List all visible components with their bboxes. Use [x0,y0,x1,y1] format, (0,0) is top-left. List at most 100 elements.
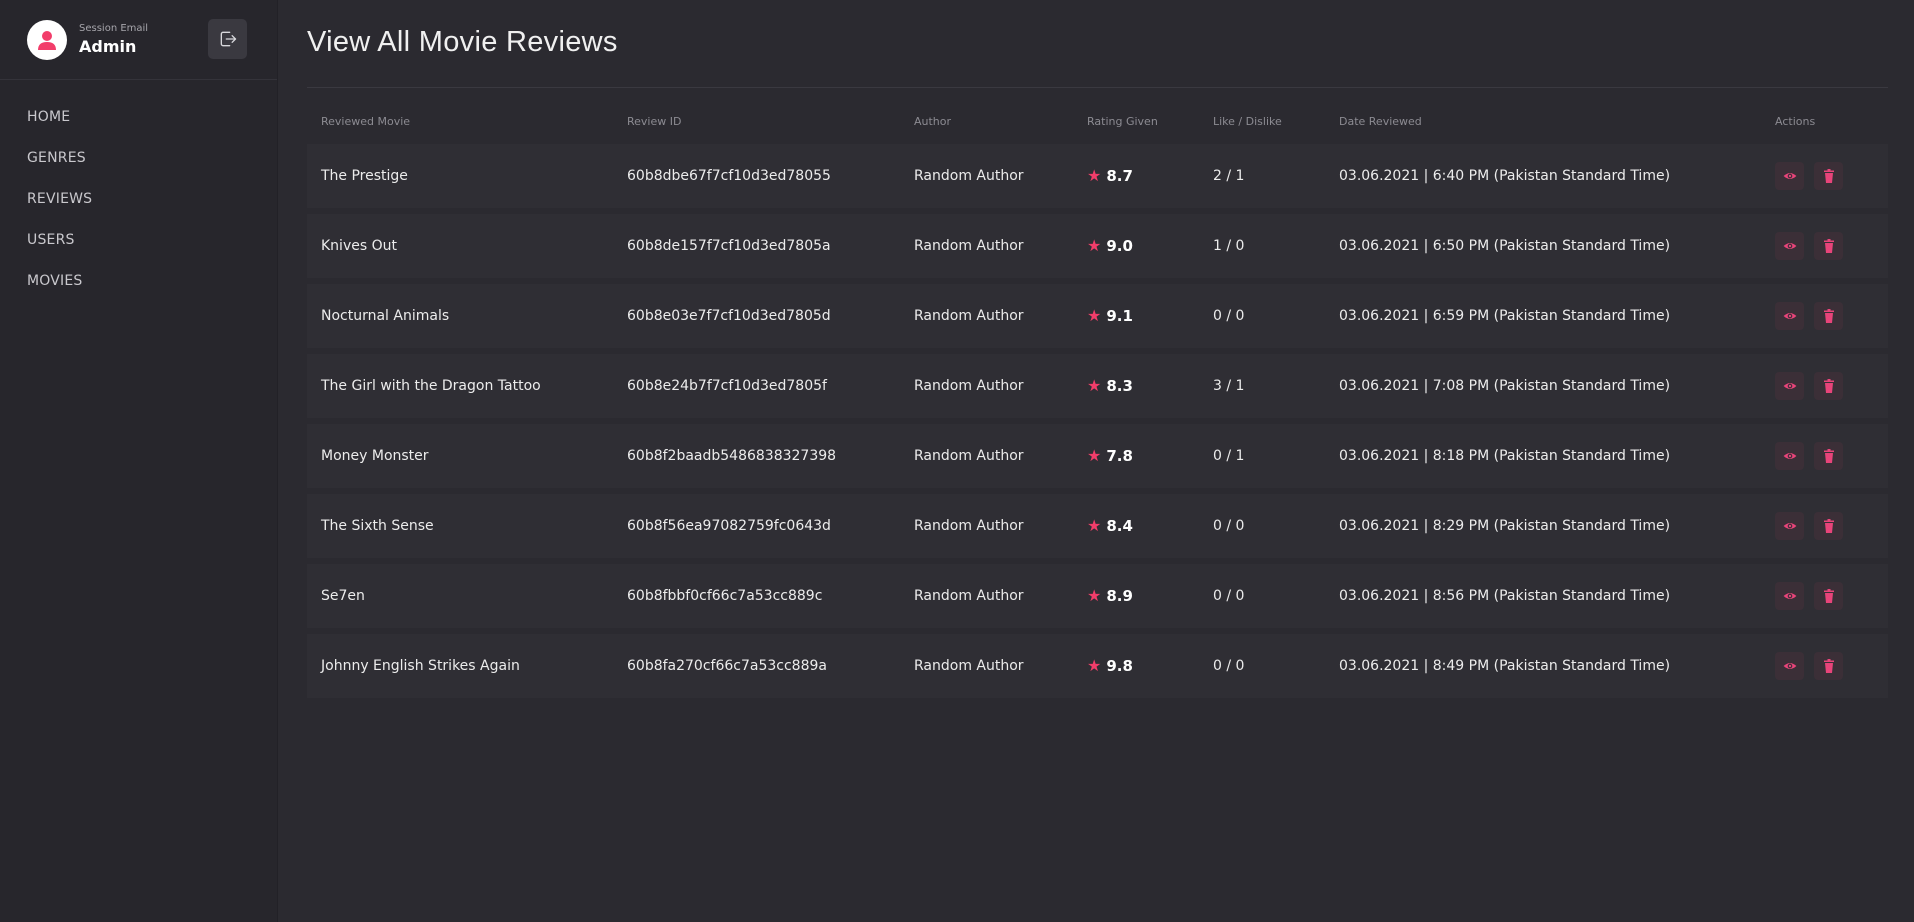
view-button[interactable] [1775,512,1804,540]
delete-button[interactable] [1814,442,1843,470]
cell-review-id: 60b8fbbf0cf66c7a53cc889c [627,588,823,604]
logout-icon [220,31,236,47]
rating-value: 9.1 [1106,307,1133,325]
sidebar-nav: HOME GENRES REVIEWS USERS MOVIES [0,80,277,302]
star-icon: ★ [1087,446,1102,465]
view-button[interactable] [1775,582,1804,610]
cell-like-dislike: 1 / 0 [1213,238,1245,254]
trash-icon [1823,309,1834,323]
trash-icon [1823,449,1834,463]
nav-item-reviews[interactable]: REVIEWS [0,179,277,220]
cell-like-dislike: 0 / 0 [1213,588,1245,604]
header-review-id: Review ID [627,114,682,128]
cell-movie: Johnny English Strikes Again [321,658,520,674]
cell-movie: Nocturnal Animals [321,308,450,324]
main-content: View All Movie Reviews Reviewed Movie Re… [278,0,1914,922]
cell-like-dislike: 2 / 1 [1213,168,1245,184]
view-button[interactable] [1775,302,1804,330]
delete-button[interactable] [1814,162,1843,190]
delete-button[interactable] [1814,372,1843,400]
view-button[interactable] [1775,372,1804,400]
logout-button[interactable] [208,19,247,59]
cell-like-dislike: 3 / 1 [1213,378,1245,394]
rating-value: 8.4 [1106,517,1133,535]
delete-button[interactable] [1814,652,1843,680]
cell-date: 03.06.2021 | 6:50 PM (Pakistan Standard … [1339,238,1671,254]
star-icon: ★ [1087,166,1102,185]
cell-review-id: 60b8dbe67f7cf10d3ed78055 [627,168,831,184]
cell-rating: ★ 9.8 [1073,634,1199,698]
view-button[interactable] [1775,232,1804,260]
cell-actions [1761,284,1888,348]
trash-icon [1823,659,1834,673]
cell-author: Random Author [914,448,1024,464]
rating-value: 9.0 [1106,237,1133,255]
delete-button[interactable] [1814,582,1843,610]
table-row: The Prestige 60b8dbe67f7cf10d3ed78055 Ra… [307,144,1888,208]
cell-author: Random Author [914,588,1024,604]
cell-rating: ★ 8.4 [1073,494,1199,558]
nav-item-movies[interactable]: MOVIES [0,261,277,302]
trash-icon [1823,379,1834,393]
reviews-table: Reviewed Movie Review ID Author Rating G… [307,106,1888,704]
table-row: The Girl with the Dragon Tattoo 60b8e24b… [307,354,1888,418]
cell-like-dislike: 0 / 0 [1213,658,1245,674]
rating-value: 8.9 [1106,587,1133,605]
cell-date: 03.06.2021 | 7:08 PM (Pakistan Standard … [1339,378,1671,394]
star-icon: ★ [1087,376,1102,395]
cell-like-dislike: 0 / 0 [1213,518,1245,534]
cell-date: 03.06.2021 | 8:49 PM (Pakistan Standard … [1339,658,1671,674]
delete-button[interactable] [1814,232,1843,260]
table-row: Nocturnal Animals 60b8e03e7f7cf10d3ed780… [307,284,1888,348]
table-row: Money Monster 60b8f2baadb5486838327398 R… [307,424,1888,488]
view-button[interactable] [1775,162,1804,190]
cell-movie: The Girl with the Dragon Tattoo [321,378,541,394]
view-button[interactable] [1775,652,1804,680]
eye-icon [1783,593,1796,599]
cell-author: Random Author [914,168,1024,184]
eye-icon [1783,453,1796,459]
cell-movie: The Prestige [321,168,408,184]
session-caption: Session Email [79,23,149,34]
cell-review-id: 60b8de157f7cf10d3ed7805a [627,238,831,254]
cell-actions [1761,214,1888,278]
cell-author: Random Author [914,658,1024,674]
delete-button[interactable] [1814,512,1843,540]
star-icon: ★ [1087,236,1102,255]
cell-date: 03.06.2021 | 6:59 PM (Pakistan Standard … [1339,308,1671,324]
eye-icon [1783,663,1796,669]
cell-rating: ★ 8.3 [1073,354,1199,418]
header-like-dislike: Like / Dislike [1213,114,1282,128]
eye-icon [1783,173,1796,179]
nav-item-home[interactable]: HOME [0,97,277,138]
cell-rating: ★ 9.0 [1073,214,1199,278]
nav-item-genres[interactable]: GENRES [0,138,277,179]
table-row: Se7en 60b8fbbf0cf66c7a53cc889c Random Au… [307,564,1888,628]
cell-rating: ★ 9.1 [1073,284,1199,348]
header-actions: Actions [1775,114,1816,128]
trash-icon [1823,519,1834,533]
eye-icon [1783,383,1796,389]
app: Session Email Admin HOME GENRES REVIEWS … [0,0,1914,922]
session-info: Session Email Admin [79,24,148,55]
star-icon: ★ [1087,656,1102,675]
cell-rating: ★ 8.7 [1073,144,1199,208]
cell-movie: Money Monster [321,448,429,464]
table-row: Johnny English Strikes Again 60b8fa270cf… [307,634,1888,698]
sidebar: Session Email Admin HOME GENRES REVIEWS … [0,0,278,922]
delete-button[interactable] [1814,302,1843,330]
cell-rating: ★ 7.8 [1073,424,1199,488]
nav-item-users[interactable]: USERS [0,220,277,261]
rating-value: 8.3 [1106,377,1133,395]
table-row: Knives Out 60b8de157f7cf10d3ed7805a Rand… [307,214,1888,278]
cell-actions [1761,354,1888,418]
cell-like-dislike: 0 / 1 [1213,448,1245,464]
star-icon: ★ [1087,306,1102,325]
trash-icon [1823,169,1834,183]
session-header: Session Email Admin [0,0,277,80]
cell-date: 03.06.2021 | 8:18 PM (Pakistan Standard … [1339,448,1671,464]
view-button[interactable] [1775,442,1804,470]
table-row: The Sixth Sense 60b8f56ea97082759fc0643d… [307,494,1888,558]
cell-rating: ★ 8.9 [1073,564,1199,628]
cell-author: Random Author [914,308,1024,324]
